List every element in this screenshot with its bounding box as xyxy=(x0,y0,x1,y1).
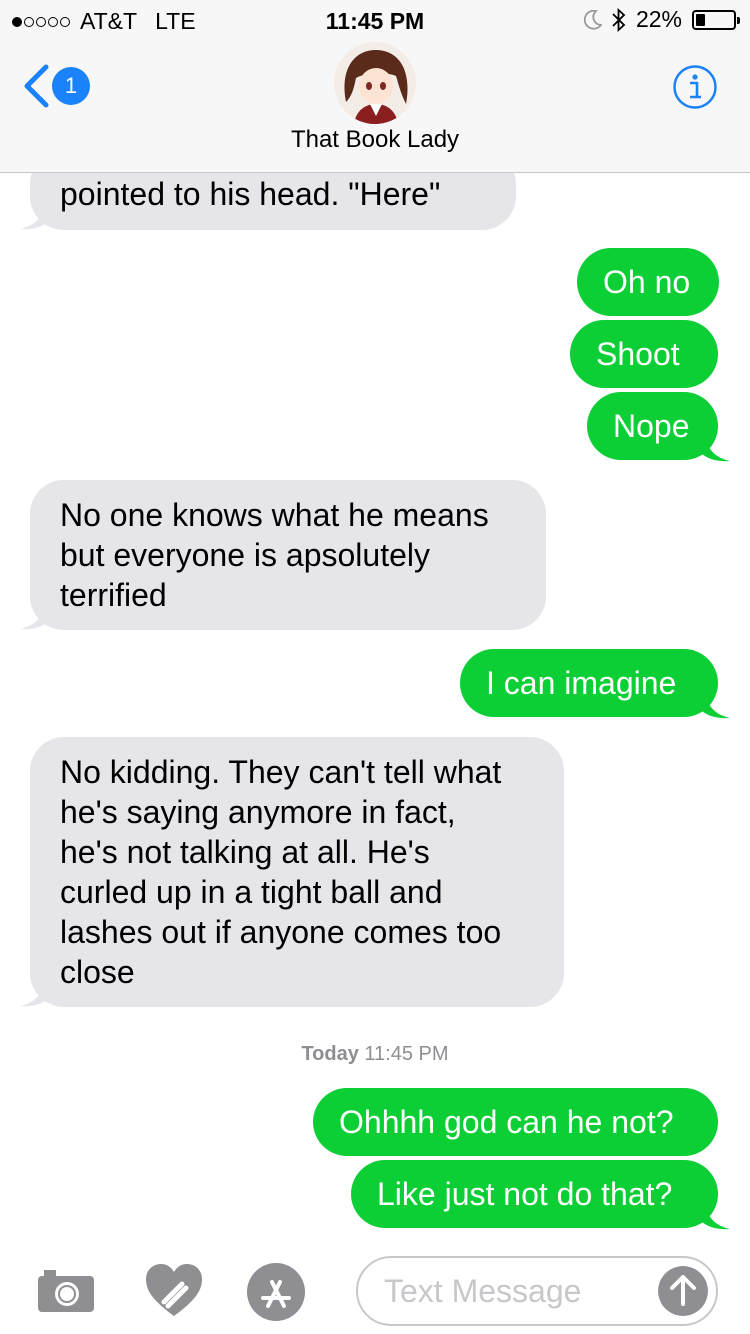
message-line: lashes out if anyone comes too xyxy=(60,914,502,950)
message-input[interactable]: Text Message xyxy=(356,1256,718,1326)
info-icon[interactable] xyxy=(672,64,718,110)
bluetooth-icon xyxy=(612,7,626,32)
timestamp-time: 11:45 PM xyxy=(364,1043,449,1065)
moon-icon xyxy=(583,9,602,30)
app-store-icon[interactable] xyxy=(246,1262,306,1322)
message-line: but everyone is apsolutely xyxy=(60,537,430,573)
message-bubble-outgoing[interactable]: Like just not do that? xyxy=(351,1160,718,1228)
message-bubble-incoming[interactable]: No kidding. They can't tell what he's sa… xyxy=(30,737,564,1007)
message-text: Nope xyxy=(613,408,690,444)
battery-percent: 22% xyxy=(635,6,682,32)
bubble-tail xyxy=(702,695,730,719)
message-bubble-outgoing[interactable]: Shoot xyxy=(570,320,718,388)
bubble-tail xyxy=(702,438,730,462)
bubble-tail xyxy=(20,983,48,1007)
message-text: pointed to his head. "Here" xyxy=(60,176,441,212)
camera-icon[interactable] xyxy=(36,1268,96,1314)
status-right: 22% xyxy=(583,6,740,33)
digital-touch-heart-icon[interactable] xyxy=(144,1262,204,1318)
timestamp-day: Today xyxy=(301,1043,359,1065)
message-line: he's saying anymore in fact, xyxy=(60,794,456,830)
chevron-left-icon xyxy=(24,64,49,108)
conversation-header: AT&T LTE 11:45 PM 22% 1 That Book Lady xyxy=(0,0,750,173)
message-text: Ohhhh god can he not? xyxy=(339,1104,674,1140)
message-bubble-outgoing[interactable]: Nope xyxy=(587,392,718,460)
message-line: close xyxy=(60,954,135,990)
message-bubble-outgoing[interactable]: Ohhhh god can he not? xyxy=(313,1088,718,1156)
bubble-tail xyxy=(20,206,48,230)
message-text: I can imagine xyxy=(486,665,677,701)
message-bubble-incoming[interactable]: No one knows what he means but everyone … xyxy=(30,480,546,630)
unread-count-badge: 1 xyxy=(52,67,90,105)
contact-name[interactable]: That Book Lady xyxy=(0,126,750,154)
bubble-tail xyxy=(702,1206,730,1230)
battery-icon xyxy=(692,9,740,30)
message-line: curled up in a tight ball and xyxy=(60,874,443,910)
bubble-tail xyxy=(20,606,48,630)
message-bubble-outgoing[interactable]: Oh no xyxy=(577,248,719,316)
message-text: Like just not do that? xyxy=(377,1176,673,1212)
timestamp: Today 11:45 PM xyxy=(0,1043,750,1066)
message-text: Shoot xyxy=(596,336,680,372)
message-line: No one knows what he means xyxy=(60,497,489,533)
message-line: terrified xyxy=(60,577,167,613)
status-bar: AT&T LTE 11:45 PM 22% xyxy=(0,0,750,40)
send-arrow-icon[interactable] xyxy=(658,1266,708,1316)
message-text: Oh no xyxy=(603,264,691,300)
contact-avatar[interactable] xyxy=(334,42,416,124)
message-input-placeholder: Text Message xyxy=(384,1273,582,1309)
message-line: he's not talking at all. He's xyxy=(60,834,430,870)
message-bubble-outgoing[interactable]: I can imagine xyxy=(460,649,718,717)
message-line: No kidding. They can't tell what xyxy=(60,754,502,790)
back-button[interactable]: 1 xyxy=(22,64,90,108)
